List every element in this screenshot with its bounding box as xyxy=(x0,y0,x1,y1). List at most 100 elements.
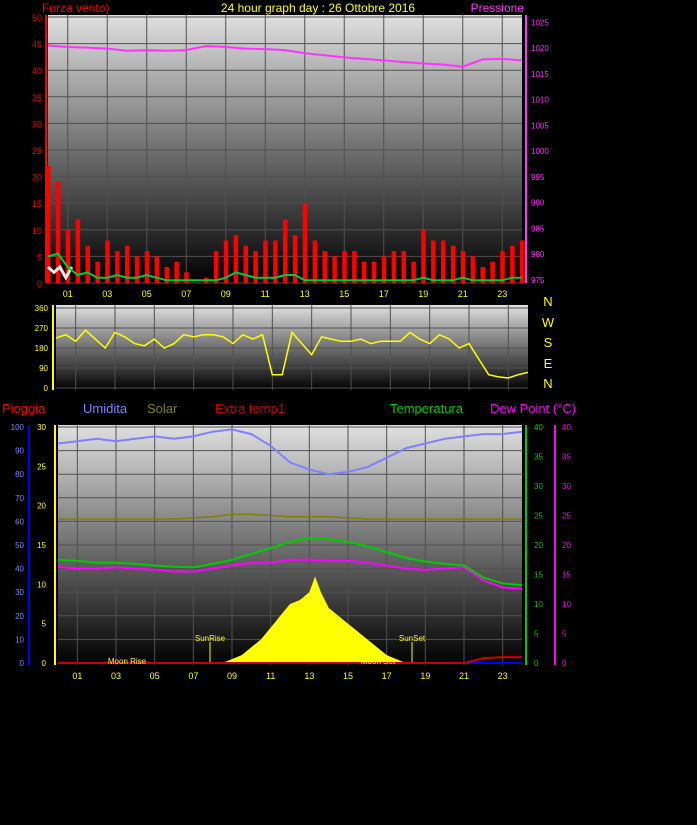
humidity-tick-label: 100 xyxy=(11,423,25,432)
direction-y-tick-label: 90 xyxy=(39,364,48,373)
compass-label: E xyxy=(544,356,553,371)
moonset-label: Moon Set xyxy=(361,657,396,666)
wind-y-tick-label: 20 xyxy=(32,173,42,183)
temperature-tick-label: 5 xyxy=(534,630,539,639)
compass-label: W xyxy=(542,315,555,330)
temperature-x-tick-label: 09 xyxy=(227,671,237,681)
dewpoint-tick-label: 0 xyxy=(562,659,567,668)
wind-bar xyxy=(283,219,288,283)
wind-bar xyxy=(391,251,397,283)
wind-bar xyxy=(342,251,347,283)
temperature-tick-label: 35 xyxy=(534,453,543,462)
temperature-x-tick-label: 03 xyxy=(111,671,121,681)
page-title: 24 hour graph day : 26 Ottobre 2016 xyxy=(221,1,415,15)
temperature-tick-label: 40 xyxy=(534,423,543,432)
direction-y-tick-label: 360 xyxy=(35,304,49,313)
compass-label: S xyxy=(544,335,553,350)
wind-x-tick-label: 19 xyxy=(418,289,428,299)
wind-x-tick-label: 05 xyxy=(142,289,152,299)
wind-bar xyxy=(233,235,239,283)
wind-bar xyxy=(184,272,189,283)
humidity-tick-label: 20 xyxy=(15,612,24,621)
wind-bar xyxy=(263,240,268,283)
wind-y-tick-label: 5 xyxy=(37,252,42,262)
temperature-x-tick-label: 19 xyxy=(420,671,430,681)
rain-tick-label: 20 xyxy=(37,502,46,511)
dewpoint-tick-label: 30 xyxy=(562,482,571,491)
wind-x-tick-label: 07 xyxy=(181,289,191,299)
wind-bar xyxy=(134,256,140,283)
wind-y-tick-label: 40 xyxy=(32,66,42,76)
wind-bar xyxy=(381,256,387,283)
dewpoint-tick-label: 35 xyxy=(562,453,571,462)
wind-bar xyxy=(312,240,318,283)
legend-item: Solar xyxy=(147,401,178,416)
sunrise-label: SunRise xyxy=(195,634,226,643)
dewpoint-tick-label: 20 xyxy=(562,541,571,550)
wind-bar xyxy=(95,261,100,283)
humidity-tick-label: 90 xyxy=(15,447,24,456)
temperature-x-tick-label: 23 xyxy=(498,671,508,681)
dewpoint-tick-label: 15 xyxy=(562,571,571,580)
temperature-x-tick-label: 05 xyxy=(150,671,160,681)
wind-bar xyxy=(322,251,327,283)
wind-x-tick-label: 11 xyxy=(261,289,270,299)
temperature-x-tick-label: 13 xyxy=(304,671,314,681)
rain-tick-label: 25 xyxy=(37,462,46,471)
temperature-tick-label: 10 xyxy=(534,600,543,609)
humidity-tick-label: 40 xyxy=(15,565,24,574)
wind-bar xyxy=(302,203,308,283)
humidity-tick-label: 10 xyxy=(15,635,24,644)
dewpoint-tick-label: 5 xyxy=(562,630,567,639)
legend-item: Umidita xyxy=(83,401,128,416)
pressure-tick-label: 1015 xyxy=(531,70,549,79)
wind-y-tick-label: 35 xyxy=(32,93,42,103)
wind-bar xyxy=(401,251,406,283)
legend-item: Extra temp1 xyxy=(215,401,285,416)
wind-bar xyxy=(144,251,150,283)
compass-label: N xyxy=(543,294,552,309)
rain-tick-label: 0 xyxy=(42,659,47,668)
legend-item: Temperatura xyxy=(390,401,464,416)
pressure-tick-label: 995 xyxy=(531,173,545,182)
rain-tick-label: 15 xyxy=(37,541,46,550)
pressure-tick-label: 1005 xyxy=(531,121,549,130)
direction-y-tick-label: 0 xyxy=(44,384,49,393)
humidity-tick-label: 50 xyxy=(15,541,24,550)
weather-graph: 0510152025303540455001 03 05 07 09 11 13 15 17 19… xyxy=(2,1,576,681)
wind-bar xyxy=(450,245,456,283)
wind-x-tick-label: 13 xyxy=(300,289,310,299)
wind-axis-label: Forza vento) xyxy=(42,1,109,15)
wind-y-tick-label: 25 xyxy=(32,146,42,156)
compass-label: N xyxy=(543,376,552,391)
pressure-axis-label: Pressione xyxy=(471,1,525,15)
rain-tick-label: 30 xyxy=(37,423,46,432)
dewpoint-tick-label: 40 xyxy=(562,423,571,432)
pressure-tick-label: 1025 xyxy=(531,18,549,27)
wind-x-tick-label: 03 xyxy=(102,289,112,299)
pressure-tick-label: 1010 xyxy=(531,96,549,105)
wind-bar xyxy=(243,245,248,283)
pressure-tick-label: 1020 xyxy=(531,44,549,53)
wind-bar xyxy=(115,251,120,283)
legend-item: Dew Point (°C) xyxy=(490,401,576,416)
wind-x-tick-label: 01 xyxy=(63,289,73,299)
wind-pressure-panel: 0510152025303540455001 03 05 07 09 11 13 15 17 19… xyxy=(32,1,549,299)
temperature-tick-label: 0 xyxy=(534,659,539,668)
wind-y-tick-label: 50 xyxy=(32,13,42,23)
wind-bar xyxy=(431,240,436,283)
temperature-tick-label: 15 xyxy=(534,571,543,580)
pressure-tick-label: 1000 xyxy=(531,147,549,156)
pressure-tick-label: 975 xyxy=(531,276,545,285)
humidity-tick-label: 60 xyxy=(15,517,24,526)
temperature-tick-label: 25 xyxy=(534,512,543,521)
wind-bar xyxy=(46,165,51,283)
wind-x-tick-label: 21 xyxy=(458,289,468,299)
moonrise-label: Moon Rise xyxy=(108,657,147,666)
temperature-tick-label: 20 xyxy=(534,541,543,550)
temperature-x-tick-label: 15 xyxy=(343,671,353,681)
humidity-tick-label: 30 xyxy=(15,588,24,597)
direction-y-tick-label: 270 xyxy=(35,324,49,333)
temperature-x-tick-label: 11 xyxy=(266,671,275,681)
temperature-x-tick-label: 07 xyxy=(188,671,198,681)
